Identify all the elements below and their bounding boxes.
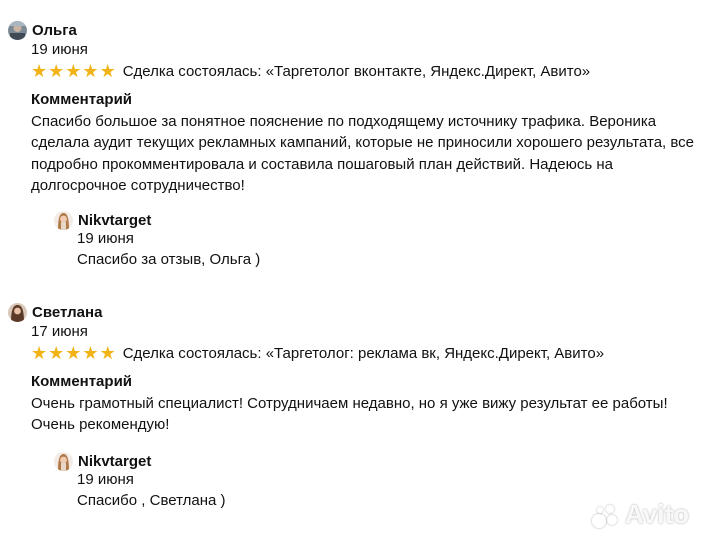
comment-heading: Комментарий bbox=[31, 373, 133, 390]
star-icon: ★ bbox=[65, 61, 82, 81]
reply-date: 19 июня bbox=[77, 230, 134, 247]
rating-stars: ★ ★ ★ ★ ★ bbox=[31, 62, 116, 80]
review-header: Светлана bbox=[8, 301, 102, 323]
avito-watermark: Avito bbox=[591, 499, 689, 530]
avito-logo-icon bbox=[591, 502, 622, 528]
rating-row: ★ ★ ★ ★ ★ Сделка состоялась: «Таргетолог… bbox=[31, 61, 590, 81]
avatar[interactable] bbox=[8, 302, 27, 322]
rating-stars: ★ ★ ★ ★ ★ bbox=[31, 344, 116, 362]
avatar[interactable] bbox=[8, 20, 27, 40]
avatar[interactable] bbox=[54, 451, 73, 471]
rating-row: ★ ★ ★ ★ ★ Сделка состоялась: «Таргетолог… bbox=[31, 343, 604, 363]
star-icon: ★ bbox=[48, 61, 65, 81]
review-date: 17 июня bbox=[31, 323, 88, 340]
comment-text: Очень грамотный специалист! Сотрудничаем… bbox=[31, 395, 668, 434]
reply-author[interactable]: Nikvtarget bbox=[78, 453, 151, 470]
deal-info: Сделка состоялась: «Таргетолог: реклама … bbox=[122, 344, 605, 362]
star-icon: ★ bbox=[99, 343, 116, 363]
deal-info: Сделка состоялась: «Таргетолог вконтакте… bbox=[122, 62, 591, 80]
reply-text: Спасибо за отзыв, Ольга ) bbox=[77, 251, 261, 268]
reply-text: Спасибо , Светлана ) bbox=[77, 492, 226, 509]
star-icon: ★ bbox=[48, 343, 65, 363]
avatar[interactable] bbox=[54, 210, 73, 230]
watermark-text: Avito bbox=[624, 499, 689, 529]
review-header: Ольга bbox=[8, 19, 77, 41]
comment-text: Спасибо большое за понятное пояснение по… bbox=[31, 113, 695, 194]
star-icon: ★ bbox=[65, 343, 82, 363]
star-icon: ★ bbox=[82, 343, 99, 363]
reply-author[interactable]: Nikvtarget bbox=[78, 212, 151, 229]
author-name[interactable]: Ольга bbox=[32, 22, 77, 39]
star-icon: ★ bbox=[99, 61, 116, 81]
review-date: 19 июня bbox=[31, 41, 88, 58]
star-icon: ★ bbox=[82, 61, 99, 81]
reply-header: Nikvtarget bbox=[54, 450, 151, 472]
comment-heading: Комментарий bbox=[31, 91, 133, 108]
author-name[interactable]: Светлана bbox=[32, 304, 102, 321]
reply-header: Nikvtarget bbox=[54, 209, 151, 231]
reply-date: 19 июня bbox=[77, 471, 134, 488]
star-icon: ★ bbox=[31, 61, 48, 81]
star-icon: ★ bbox=[31, 343, 48, 363]
